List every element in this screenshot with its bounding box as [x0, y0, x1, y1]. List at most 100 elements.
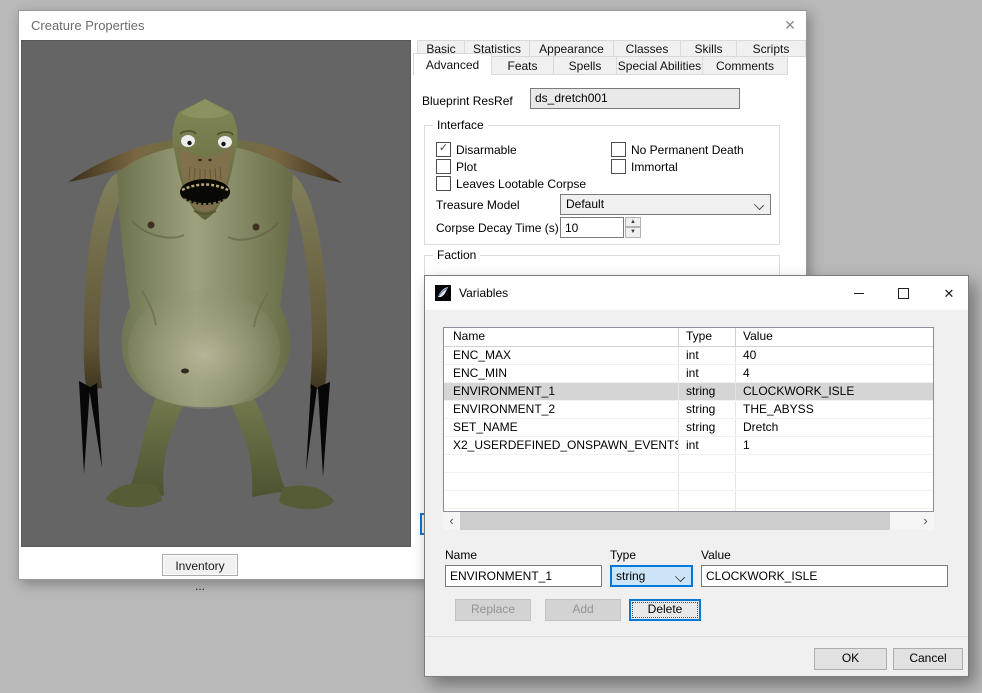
cell-name: ENC_MIN — [444, 365, 679, 382]
table-row[interactable]: ENC_MAX int 40 — [444, 347, 933, 365]
table-row[interactable]: ENC_MIN int 4 — [444, 365, 933, 383]
checkbox-unchecked-icon[interactable] — [611, 142, 626, 157]
cell-type: int — [679, 437, 736, 454]
scroll-left-icon[interactable]: ‹ — [443, 512, 460, 530]
checkbox-label: No Permanent Death — [631, 143, 744, 157]
tab-feats[interactable]: Feats — [491, 56, 554, 75]
corpse-decay-label: Corpse Decay Time (s) — [436, 221, 559, 235]
checkbox-label: Disarmable — [456, 143, 517, 157]
minimize-icon — [854, 293, 864, 294]
column-header-name[interactable]: Name — [444, 328, 679, 346]
cell-type: string — [679, 383, 736, 400]
value-input[interactable] — [701, 565, 948, 587]
blueprint-resref-field[interactable]: ds_dretch001 — [530, 88, 740, 109]
editor-type-label: Type — [610, 548, 636, 562]
table-row[interactable]: SET_NAME string Dretch — [444, 419, 933, 437]
tab-spells[interactable]: Spells — [553, 56, 617, 75]
ok-button[interactable]: OK — [814, 648, 887, 670]
tab-scripts[interactable]: Scripts — [736, 40, 806, 57]
table-row-selected[interactable]: ENVIRONMENT_1 string CLOCKWORK_ISLE — [444, 383, 933, 401]
cell-type: int — [679, 365, 736, 382]
variables-window: Variables ✕ Name Type Value ENC_MAX int … — [424, 275, 969, 677]
checkbox-unchecked-icon[interactable] — [611, 159, 626, 174]
checkbox-immortal[interactable]: Immortal — [611, 159, 678, 174]
tab-advanced[interactable]: Advanced — [413, 53, 492, 75]
chevron-down-icon — [754, 200, 764, 210]
cell-name: ENVIRONMENT_2 — [444, 401, 679, 418]
faction-group-title: Faction — [433, 248, 480, 262]
checkbox-unchecked-icon[interactable] — [436, 159, 451, 174]
checkbox-checked-icon[interactable]: ✓ — [436, 142, 451, 157]
editor-name-label: Name — [445, 548, 477, 562]
variables-title: Variables — [459, 276, 508, 310]
table-row[interactable]: X2_USERDEFINED_ONSPAWN_EVENTS int 1 — [444, 437, 933, 455]
cell-name: SET_NAME — [444, 419, 679, 436]
cell-name: X2_USERDEFINED_ONSPAWN_EVENTS — [444, 437, 679, 454]
interface-group-title: Interface — [433, 118, 488, 132]
cell-value: 40 — [736, 347, 933, 364]
type-dropdown-value: string — [616, 567, 645, 585]
checkbox-label: Immortal — [631, 160, 678, 174]
close-icon[interactable]: ✕ — [778, 13, 802, 37]
creature-properties-titlebar[interactable]: Creature Properties ✕ — [19, 11, 806, 40]
tab-classes[interactable]: Classes — [613, 40, 681, 57]
variables-table[interactable]: Name Type Value ENC_MAX int 40 ENC_MIN i… — [443, 327, 934, 512]
close-icon: ✕ — [944, 287, 955, 300]
creature-preview-viewport[interactable] — [21, 40, 411, 547]
chevron-down-icon — [675, 572, 685, 582]
cell-value: THE_ABYSS — [736, 401, 933, 418]
name-input[interactable] — [445, 565, 602, 587]
table-row[interactable]: ENVIRONMENT_2 string THE_ABYSS — [444, 401, 933, 419]
spinner-down-button[interactable]: ▼ — [625, 227, 641, 238]
creature-properties-title: Creature Properties — [31, 11, 144, 40]
column-header-value[interactable]: Value — [736, 328, 933, 346]
column-header-type[interactable]: Type — [679, 328, 736, 346]
cell-value: Dretch — [736, 419, 933, 436]
variables-footer: OK Cancel — [425, 636, 968, 676]
close-button[interactable]: ✕ — [932, 276, 966, 310]
tab-special-abilities[interactable]: Special Abilities — [616, 56, 703, 75]
table-row-empty — [444, 491, 933, 509]
cell-name: ENVIRONMENT_1 — [444, 383, 679, 400]
maximize-button[interactable] — [886, 276, 920, 310]
cell-type: string — [679, 419, 736, 436]
blueprint-resref-label: Blueprint ResRef — [422, 94, 513, 108]
type-dropdown[interactable]: string — [610, 565, 693, 587]
checkbox-label: Plot — [456, 160, 477, 174]
minimize-button[interactable] — [842, 276, 876, 310]
treasure-model-dropdown[interactable]: Default — [560, 194, 771, 215]
cell-value: 1 — [736, 437, 933, 454]
editor-value-label: Value — [701, 548, 731, 562]
checkbox-no-permanent-death[interactable]: No Permanent Death — [611, 142, 744, 157]
replace-button[interactable]: Replace — [455, 599, 531, 621]
maximize-icon — [898, 288, 909, 299]
checkbox-label: Leaves Lootable Corpse — [456, 177, 586, 191]
spinner-up-button[interactable]: ▲ — [625, 217, 641, 227]
cell-type: string — [679, 401, 736, 418]
cell-value: CLOCKWORK_ISLE — [736, 383, 933, 400]
cell-type: int — [679, 347, 736, 364]
table-row-empty — [444, 455, 933, 473]
scrollbar-thumb[interactable] — [460, 512, 890, 530]
horizontal-scrollbar[interactable]: ‹ › — [443, 512, 934, 530]
desktop: Creature Properties ✕ — [0, 0, 982, 693]
table-header: Name Type Value — [444, 328, 933, 347]
creature-model-image — [22, 41, 411, 547]
treasure-model-value: Default — [566, 195, 604, 214]
tab-skills[interactable]: Skills — [680, 40, 737, 57]
tab-comments[interactable]: Comments — [702, 56, 788, 75]
scroll-right-icon[interactable]: › — [917, 512, 934, 530]
variables-titlebar[interactable]: Variables ✕ — [425, 276, 968, 310]
corpse-decay-input[interactable] — [560, 217, 624, 238]
delete-button[interactable]: Delete — [629, 599, 701, 621]
treasure-model-label: Treasure Model — [436, 198, 520, 212]
checkbox-plot[interactable]: Plot — [436, 159, 477, 174]
checkbox-disarmable[interactable]: ✓ Disarmable — [436, 142, 517, 157]
add-button[interactable]: Add — [545, 599, 621, 621]
inventory-button[interactable]: Inventory ... — [162, 554, 238, 576]
cell-name: ENC_MAX — [444, 347, 679, 364]
checkbox-leaves-lootable-corpse[interactable]: Leaves Lootable Corpse — [436, 176, 586, 191]
tab-appearance[interactable]: Appearance — [529, 40, 614, 57]
cancel-button[interactable]: Cancel — [893, 648, 963, 670]
checkbox-unchecked-icon[interactable] — [436, 176, 451, 191]
